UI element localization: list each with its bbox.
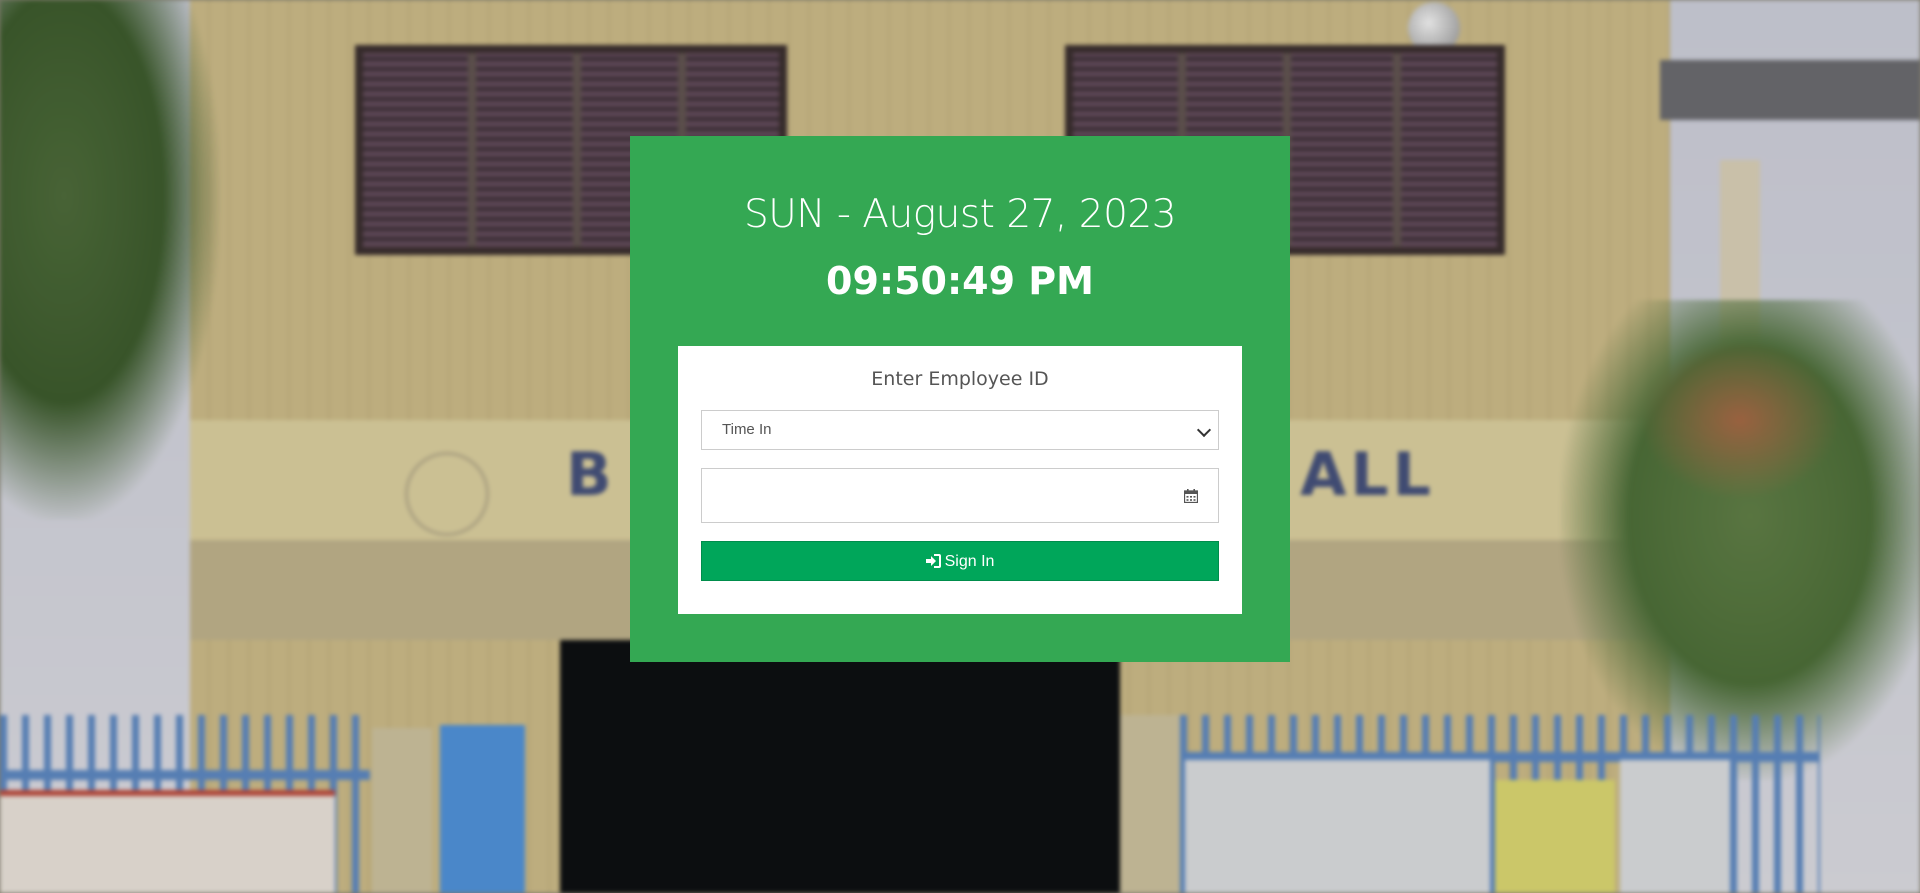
chevron-down-icon <box>1196 422 1212 438</box>
attendance-mode-value: Time In <box>722 421 772 438</box>
sign-in-label: Sign In <box>944 553 995 570</box>
attendance-mode-select[interactable]: Time In <box>701 410 1219 450</box>
login-card: Enter Employee ID Time In Sign In <box>678 346 1242 614</box>
sign-in-button[interactable]: Sign In <box>701 541 1219 581</box>
employee-id-field[interactable] <box>701 468 1219 523</box>
attendance-panel: SUN - August 27, 2023 09:50:49 PM Enter … <box>630 136 1290 662</box>
login-title: Enter Employee ID <box>871 368 1049 390</box>
current-time: 09:50:49 PM <box>826 259 1094 303</box>
current-date: SUN - August 27, 2023 <box>743 192 1177 237</box>
calendar-icon <box>1184 489 1198 503</box>
sign-in-icon <box>925 554 941 568</box>
employee-id-input[interactable] <box>713 469 1207 522</box>
